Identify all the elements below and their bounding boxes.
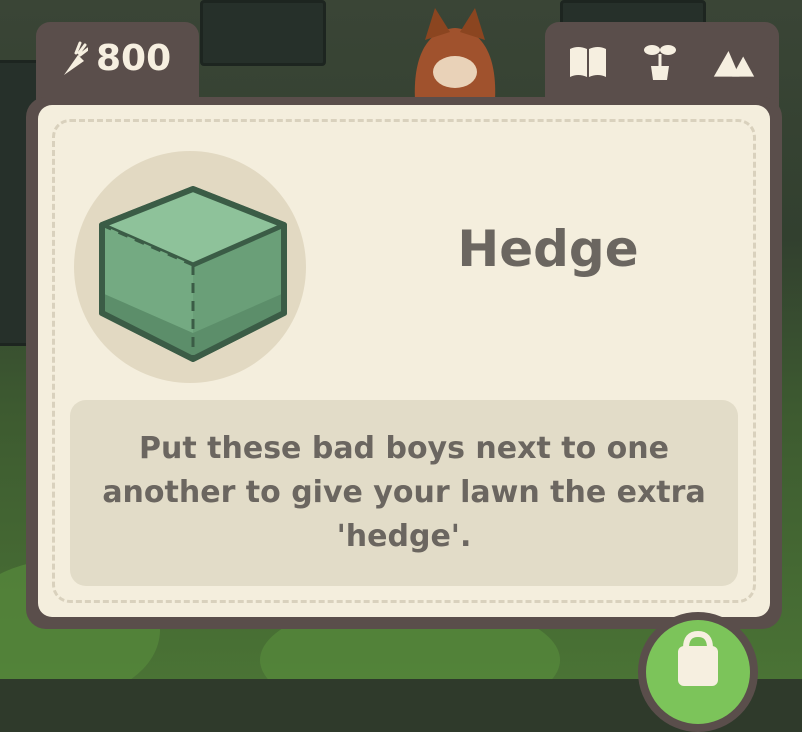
item-description-box: Put these bad boys next to one another t…: [70, 400, 738, 586]
item-name: Hedge: [457, 220, 639, 278]
hedge-cube-icon: [99, 186, 287, 362]
book-icon[interactable]: [566, 40, 610, 84]
shop-bag-button-face: [646, 620, 750, 724]
background-shelf: [200, 0, 326, 66]
currency-display: 800: [58, 38, 171, 79]
plant-icon[interactable]: [638, 40, 682, 84]
item-description: Put these bad boys next to one another t…: [102, 431, 706, 554]
fox-character: [414, 8, 496, 100]
item-card-body: Hedge Put these bad boys next to one ano…: [38, 105, 770, 617]
carrot-icon: [64, 41, 88, 75]
currency-value: 800: [96, 38, 172, 79]
shopping-bag-icon: [678, 630, 718, 686]
item-info-card: Hedge Put these bad boys next to one ano…: [26, 97, 782, 629]
shop-bag-button[interactable]: [638, 612, 758, 732]
mountain-icon[interactable]: [712, 40, 756, 84]
